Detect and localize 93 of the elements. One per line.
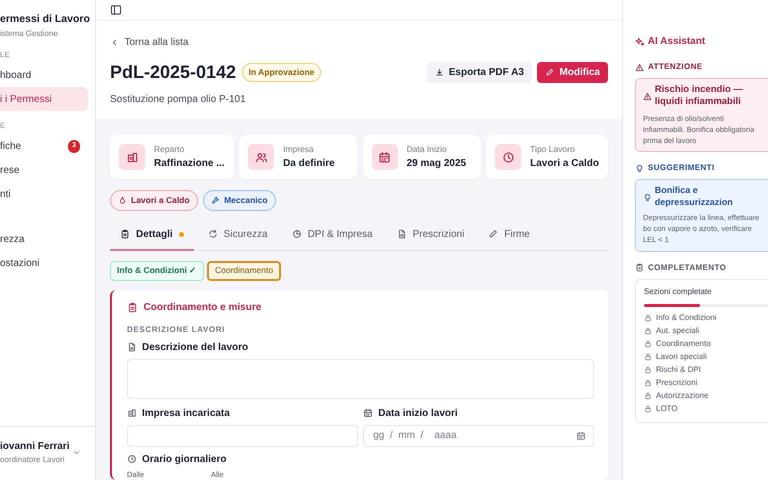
- chevron-left-icon: [110, 38, 119, 47]
- user-name: iovanni Ferrari: [0, 440, 70, 454]
- clock-icon: [502, 150, 515, 164]
- tab[interactable]: Prescrizioni: [386, 220, 474, 251]
- info-value: Da definire: [283, 157, 335, 172]
- info-value: Raffinazione ...: [154, 157, 225, 172]
- lock-icon: [644, 379, 652, 388]
- field-label: Data inizio lavori: [378, 406, 458, 421]
- checklist-item: Aut. speciali: [656, 325, 700, 338]
- section-heading: ATTENZIONE: [648, 61, 703, 73]
- suggestion-title: Bonifica e depressurizzazion: [654, 185, 734, 209]
- nav-item[interactable]: rese: [0, 158, 88, 182]
- page-title: PdL-2025-0142: [110, 61, 236, 84]
- sparkle-icon: [635, 36, 645, 46]
- info-label: Tipo Lavoro: [530, 143, 576, 156]
- lock-icon: [644, 314, 652, 322]
- chevron-down-icon[interactable]: [72, 448, 81, 457]
- field-label: Orario giornaliero: [142, 452, 226, 467]
- nav-item[interactable]: ostazioni: [0, 251, 88, 276]
- pencil-icon: [488, 229, 498, 240]
- section-heading: DESCRIZIONE LAVORI: [127, 324, 226, 336]
- lock-icon: [644, 327, 652, 336]
- back-link[interactable]: Torna alla lista: [110, 34, 188, 50]
- people-icon: [254, 150, 268, 164]
- checklist-item: Prescrizioni: [656, 377, 698, 390]
- nav-item[interactable]: rezza: [0, 227, 88, 252]
- app-subtitle: istema Gestione: [0, 28, 59, 40]
- lock-icon: [644, 366, 652, 374]
- alert-title: Rischio incendio — liquidi infiammabili: [654, 84, 744, 109]
- app-title: ermessi di Lavoro: [0, 12, 91, 27]
- field-label: Descrizione del lavoro: [142, 340, 248, 355]
- checklist-item: Info & Condizioni: [656, 312, 716, 324]
- user-role: oordinatore Lavori: [0, 454, 66, 466]
- calendar-icon: [363, 408, 374, 418]
- document-icon: [127, 342, 137, 352]
- building-icon: [126, 150, 138, 164]
- section-heading: SUGGERIMENTI: [648, 162, 715, 174]
- checklist-item: Coordinamento: [656, 338, 711, 350]
- checklist-item: LOTO: [656, 403, 678, 416]
- warning-icon: [635, 62, 644, 72]
- checklist-item: Lavori speciali: [656, 351, 707, 364]
- info-value: Lavori a Caldo: [530, 157, 599, 172]
- checklist-item: Rischi & DPI: [656, 364, 701, 376]
- clipboard-icon: [127, 302, 138, 313]
- info-label: Reparto: [154, 143, 186, 156]
- edit-button[interactable]: Modifica: [537, 62, 608, 84]
- form-title: Coordinamento e misure: [144, 300, 262, 315]
- tab[interactable]: Sicurezza: [198, 220, 278, 251]
- lightbulb-icon: [643, 192, 652, 202]
- tab[interactable]: DPI & Impresa: [282, 220, 383, 251]
- nav-item[interactable]: i i Permessi: [0, 87, 88, 111]
- document-icon: [396, 229, 407, 240]
- lock-icon: [644, 405, 652, 414]
- calendar-icon: [378, 150, 392, 164]
- nav-item[interactable]: nti: [0, 182, 88, 206]
- field-label: Impresa incaricata: [142, 406, 230, 421]
- clipboard-icon: [635, 263, 644, 272]
- clock-icon: [127, 454, 137, 464]
- lock-icon: [644, 340, 652, 348]
- pie-icon: [292, 229, 302, 240]
- description-field[interactable]: [127, 358, 594, 399]
- pencil-icon: [545, 68, 554, 78]
- tab[interactable]: Firme: [478, 220, 540, 251]
- date-field[interactable]: gg / mm / aaaa: [363, 424, 594, 447]
- company-field[interactable]: [127, 424, 358, 447]
- info-label: Data Inizio: [406, 143, 448, 156]
- progress-label: Sezioni completate: [644, 286, 713, 298]
- tag: Meccanico: [203, 190, 276, 211]
- checklist-item: Autorizzazione: [656, 390, 708, 402]
- refresh-icon: [208, 229, 218, 240]
- info-value: 29 mag 2025: [406, 157, 466, 172]
- step-button[interactable]: Info & Condizioni ✓: [110, 260, 204, 281]
- assistant-title: AI Assistant: [648, 35, 706, 49]
- section-heading: COMPLETAMENTO: [648, 262, 726, 274]
- page-subtitle: Sostituzione pompa olio P-101: [110, 93, 247, 108]
- status-badge: In Approvazione: [242, 63, 322, 82]
- download-icon: [434, 68, 444, 78]
- calendar-icon: [576, 430, 586, 441]
- nav-item[interactable]: hboard: [0, 63, 88, 87]
- sidebar-toggle-icon[interactable]: [110, 4, 122, 16]
- step-button[interactable]: Coordinamento: [206, 260, 282, 281]
- info-label: Impresa: [283, 143, 315, 156]
- lightbulb-icon: [635, 164, 644, 173]
- lock-icon: [644, 392, 652, 400]
- lock-icon: [644, 353, 652, 362]
- tag: Lavori a Caldo: [110, 190, 198, 211]
- clipboard-icon: [120, 229, 130, 240]
- warning-icon: [643, 92, 652, 101]
- export-button[interactable]: Esporta PDF A3: [426, 62, 532, 84]
- wrench-icon: [211, 196, 220, 205]
- tab[interactable]: Dettagli: [110, 220, 194, 251]
- status-dot: [178, 232, 184, 237]
- building-icon: [127, 408, 137, 418]
